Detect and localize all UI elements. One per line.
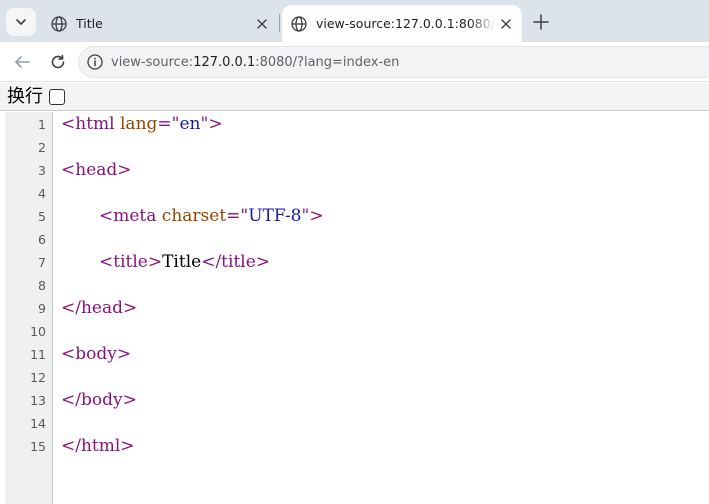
plus-icon	[533, 14, 549, 30]
source-line: 2	[0, 136, 709, 159]
close-icon	[501, 18, 511, 29]
source-line: 15 </html>	[0, 435, 709, 458]
code-token-tag: </body>	[61, 390, 137, 410]
address-url[interactable]: view-source:127.0.0.1:8080/?lang=index-e…	[111, 55, 399, 70]
code-token-tag: </html>	[61, 436, 135, 456]
code-token-tag: <title>	[99, 252, 163, 272]
tab-label: view-source:127.0.0.1:8080/?lang=index-e…	[316, 16, 496, 31]
line-number: 4	[38, 186, 46, 201]
line-number: 7	[38, 255, 46, 270]
tab-close-button[interactable]	[252, 14, 272, 34]
line-number: 8	[38, 278, 46, 293]
code-token-tag: ">	[200, 114, 223, 134]
line-number: 6	[38, 232, 46, 247]
code-token-val: UTF-8	[248, 206, 302, 226]
tab-view-source[interactable]: view-source:127.0.0.1:8080/?lang=index-e…	[282, 5, 522, 42]
url-rest: :8080/?lang=index-en	[255, 54, 400, 70]
close-icon	[257, 18, 267, 29]
source-line: 1 <html lang="en">	[0, 113, 709, 136]
source-line: 13 </body>	[0, 389, 709, 412]
url-host: 127.0.0.1	[193, 54, 256, 70]
line-code: <head>	[61, 159, 132, 182]
line-number: 5	[38, 209, 46, 224]
code-token-tag: ="	[157, 114, 180, 134]
line-number: 15	[30, 439, 46, 454]
browser-toolbar: view-source:127.0.0.1:8080/?lang=index-e…	[0, 42, 709, 82]
line-code: <title>Title</title>	[61, 251, 270, 274]
line-number: 11	[30, 347, 46, 362]
tab-label: Title	[76, 16, 103, 31]
line-code: </body>	[61, 389, 137, 412]
source-line: 5 <meta charset="UTF-8">	[0, 205, 709, 228]
tab-close-button[interactable]	[496, 14, 516, 34]
source-line: 4	[0, 182, 709, 205]
code-token-tag: <body>	[61, 344, 132, 364]
globe-icon	[291, 15, 307, 32]
tab-search-button[interactable]	[6, 8, 36, 36]
line-number: 10	[30, 324, 46, 339]
line-code: <html lang="en">	[61, 113, 223, 136]
code-token-tag: <meta	[99, 206, 162, 226]
code-token-tag: ">	[301, 206, 324, 226]
tab-strip: Title view-source:127.0.0.1:8080/?lang=i…	[0, 0, 709, 42]
source-line: 9 </head>	[0, 297, 709, 320]
code-token-tag: <html	[61, 114, 120, 134]
url-scheme: view-source:	[111, 54, 194, 70]
line-number: 3	[38, 163, 46, 178]
new-tab-button[interactable]	[529, 9, 553, 35]
tab-separator	[279, 14, 280, 32]
line-code: <body>	[61, 343, 131, 366]
source-line: 11 <body>	[0, 343, 709, 366]
code-token-tag: <head>	[61, 160, 132, 180]
back-arrow-icon	[15, 56, 30, 68]
info-icon[interactable]	[86, 53, 104, 71]
line-number: 13	[30, 393, 46, 408]
source-line: 14	[0, 412, 709, 435]
source-line: 10	[0, 320, 709, 343]
code-token-txt: Title	[162, 252, 202, 272]
line-number: 2	[38, 140, 46, 155]
globe-icon	[51, 15, 67, 32]
source-line: 6	[0, 228, 709, 251]
source-line: 7 <title>Title</title>	[0, 251, 709, 274]
back-button[interactable]	[10, 50, 34, 74]
code-token-val: en	[179, 114, 201, 134]
line-number: 12	[30, 370, 46, 385]
address-bar[interactable]: view-source:127.0.0.1:8080/?lang=index-e…	[78, 46, 709, 78]
reload-icon	[51, 54, 65, 69]
line-wrap-bar: 换行	[0, 83, 709, 111]
chevron-down-icon	[16, 19, 26, 25]
line-code: </head>	[61, 297, 137, 320]
line-number: 1	[38, 117, 46, 132]
line-code: </html>	[61, 435, 135, 458]
code-token-tag: </title>	[201, 252, 271, 272]
line-wrap-checkbox[interactable]	[49, 88, 65, 105]
code-token-tag: ="	[226, 206, 249, 226]
source-view: 1 <html lang="en"> 2 3 <head> 4 5 <meta charset…	[0, 112, 709, 504]
line-code: <meta charset="UTF-8">	[61, 205, 324, 228]
line-number: 14	[30, 416, 46, 431]
reload-button[interactable]	[46, 50, 70, 74]
code-token-tag: </head>	[61, 298, 138, 318]
source-line: 12	[0, 366, 709, 389]
code-token-attr: lang	[120, 114, 158, 134]
line-number: 9	[38, 301, 46, 316]
source-line: 8	[0, 274, 709, 297]
code-token-attr: charset	[161, 206, 227, 226]
line-wrap-label: 换行	[7, 85, 43, 107]
tab-title[interactable]: Title	[42, 5, 278, 42]
source-line: 3 <head>	[0, 159, 709, 182]
